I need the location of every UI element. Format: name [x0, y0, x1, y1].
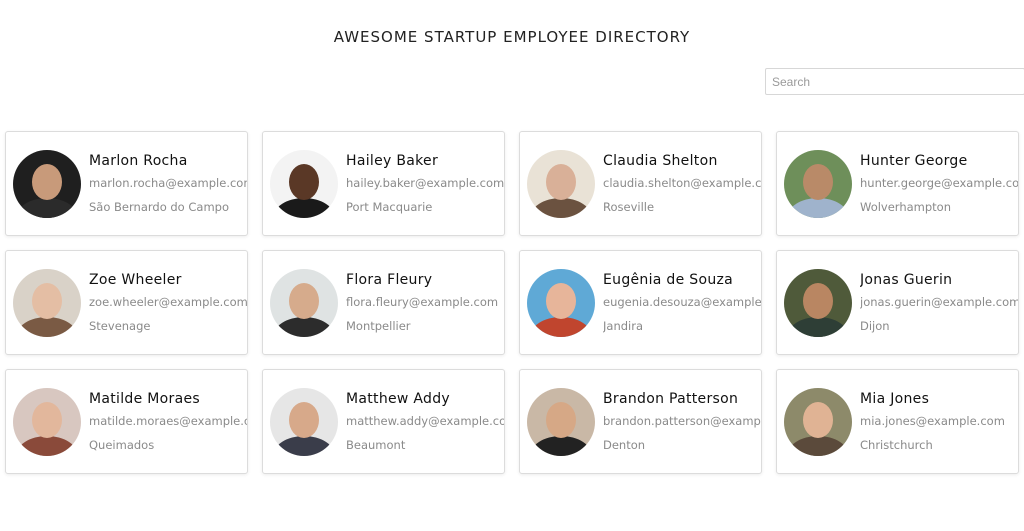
- employee-card[interactable]: Matthew Addy matthew.addy@example.com Beau…: [262, 369, 505, 474]
- employee-card[interactable]: Hunter George hunter.george@example.com Wo…: [776, 131, 1019, 236]
- employee-email: matilde.moraes@example.com: [89, 414, 247, 428]
- employee-info: Eugênia de Souza eugenia.desouza@example.…: [603, 272, 761, 333]
- employee-info: Marlon Rocha marlon.rocha@example.com São …: [89, 153, 247, 214]
- avatar: [784, 149, 852, 218]
- employee-info: Mia Jones mia.jones@example.com Christchur…: [860, 391, 1005, 452]
- employee-email: flora.fleury@example.com: [346, 295, 499, 309]
- employee-city: Dijon: [860, 319, 890, 333]
- employee-city: Stevenage: [89, 319, 151, 333]
- employee-name: Claudia Shelton: [603, 153, 718, 169]
- employee-info: Brandon Patterson brandon.patterson@examp…: [603, 391, 761, 452]
- employee-name: Hailey Baker: [346, 153, 438, 169]
- avatar: [270, 387, 338, 456]
- avatar: [527, 268, 595, 337]
- employee-card[interactable]: Jonas Guerin jonas.guerin@example.com Dijo…: [776, 250, 1019, 355]
- employee-grid: Marlon Rocha marlon.rocha@example.com São …: [5, 131, 1019, 474]
- employee-email: eugenia.desouza@example.com: [603, 295, 761, 309]
- employee-email: claudia.shelton@example.com: [603, 176, 761, 190]
- employee-city: São Bernardo do Campo: [89, 200, 229, 214]
- employee-card[interactable]: Flora Fleury flora.fleury@example.com Mont…: [262, 250, 505, 355]
- employee-city: Denton: [603, 438, 646, 452]
- employee-name: Matthew Addy: [346, 391, 451, 407]
- employee-email: zoe.wheeler@example.com: [89, 295, 247, 309]
- avatar: [784, 268, 852, 337]
- employee-email: hunter.george@example.com: [860, 176, 1018, 190]
- employee-name: Zoe Wheeler: [89, 272, 182, 288]
- employee-city: Roseville: [603, 200, 655, 214]
- avatar: [13, 387, 81, 456]
- avatar: [784, 387, 852, 456]
- employee-email: brandon.patterson@example.com: [603, 414, 761, 428]
- employee-email: mia.jones@example.com: [860, 414, 1005, 428]
- employee-name: Marlon Rocha: [89, 153, 188, 169]
- avatar: [13, 149, 81, 218]
- employee-city: Queimados: [89, 438, 155, 452]
- employee-city: Port Macquarie: [346, 200, 433, 214]
- employee-email: marlon.rocha@example.com: [89, 176, 247, 190]
- avatar: [13, 268, 81, 337]
- employee-name: Mia Jones: [860, 391, 930, 407]
- employee-card[interactable]: Marlon Rocha marlon.rocha@example.com São …: [5, 131, 248, 236]
- employee-name: Eugênia de Souza: [603, 272, 734, 288]
- employee-card[interactable]: Hailey Baker hailey.baker@example.com Port…: [262, 131, 505, 236]
- page-title: AWESOME STARTUP EMPLOYEE DIRECTORY: [333, 28, 691, 46]
- employee-name: Jonas Guerin: [860, 272, 953, 288]
- employee-card[interactable]: Matilde Moraes matilde.moraes@example.com…: [5, 369, 248, 474]
- employee-info: Flora Fleury flora.fleury@example.com Mont…: [346, 272, 498, 333]
- employee-info: Jonas Guerin jonas.guerin@example.com Dijo…: [860, 272, 1018, 333]
- employee-card[interactable]: Claudia Shelton claudia.shelton@example.c…: [519, 131, 762, 236]
- employee-name: Matilde Moraes: [89, 391, 200, 407]
- employee-card[interactable]: Zoe Wheeler zoe.wheeler@example.com Steven…: [5, 250, 248, 355]
- employee-info: Hailey Baker hailey.baker@example.com Port…: [346, 153, 504, 214]
- employee-info: Matilde Moraes matilde.moraes@example.com…: [89, 391, 247, 452]
- employee-city: Wolverhampton: [860, 200, 952, 214]
- employee-card[interactable]: Mia Jones mia.jones@example.com Christchur…: [776, 369, 1019, 474]
- employee-info: Claudia Shelton claudia.shelton@example.c…: [603, 153, 761, 214]
- employee-name: Brandon Patterson: [603, 391, 739, 407]
- avatar: [527, 149, 595, 218]
- employee-email: jonas.guerin@example.com: [860, 295, 1018, 309]
- employee-city: Montpellier: [346, 319, 411, 333]
- search-input[interactable]: [765, 68, 1024, 95]
- employee-email: matthew.addy@example.com: [346, 414, 504, 428]
- employee-city: Christchurch: [860, 438, 933, 452]
- employee-card[interactable]: Brandon Patterson brandon.patterson@examp…: [519, 369, 762, 474]
- employee-info: Zoe Wheeler zoe.wheeler@example.com Steven…: [89, 272, 247, 333]
- avatar: [270, 149, 338, 218]
- employee-name: Flora Fleury: [346, 272, 433, 288]
- employee-name: Hunter George: [860, 153, 968, 169]
- employee-city: Beaumont: [346, 438, 406, 452]
- employee-city: Jandira: [603, 319, 643, 333]
- employee-card[interactable]: Eugênia de Souza eugenia.desouza@example.…: [519, 250, 762, 355]
- employee-email: hailey.baker@example.com: [346, 176, 504, 190]
- employee-info: Matthew Addy matthew.addy@example.com Beau…: [346, 391, 504, 452]
- employee-info: Hunter George hunter.george@example.com Wo…: [860, 153, 1018, 214]
- avatar: [527, 387, 595, 456]
- avatar: [270, 268, 338, 337]
